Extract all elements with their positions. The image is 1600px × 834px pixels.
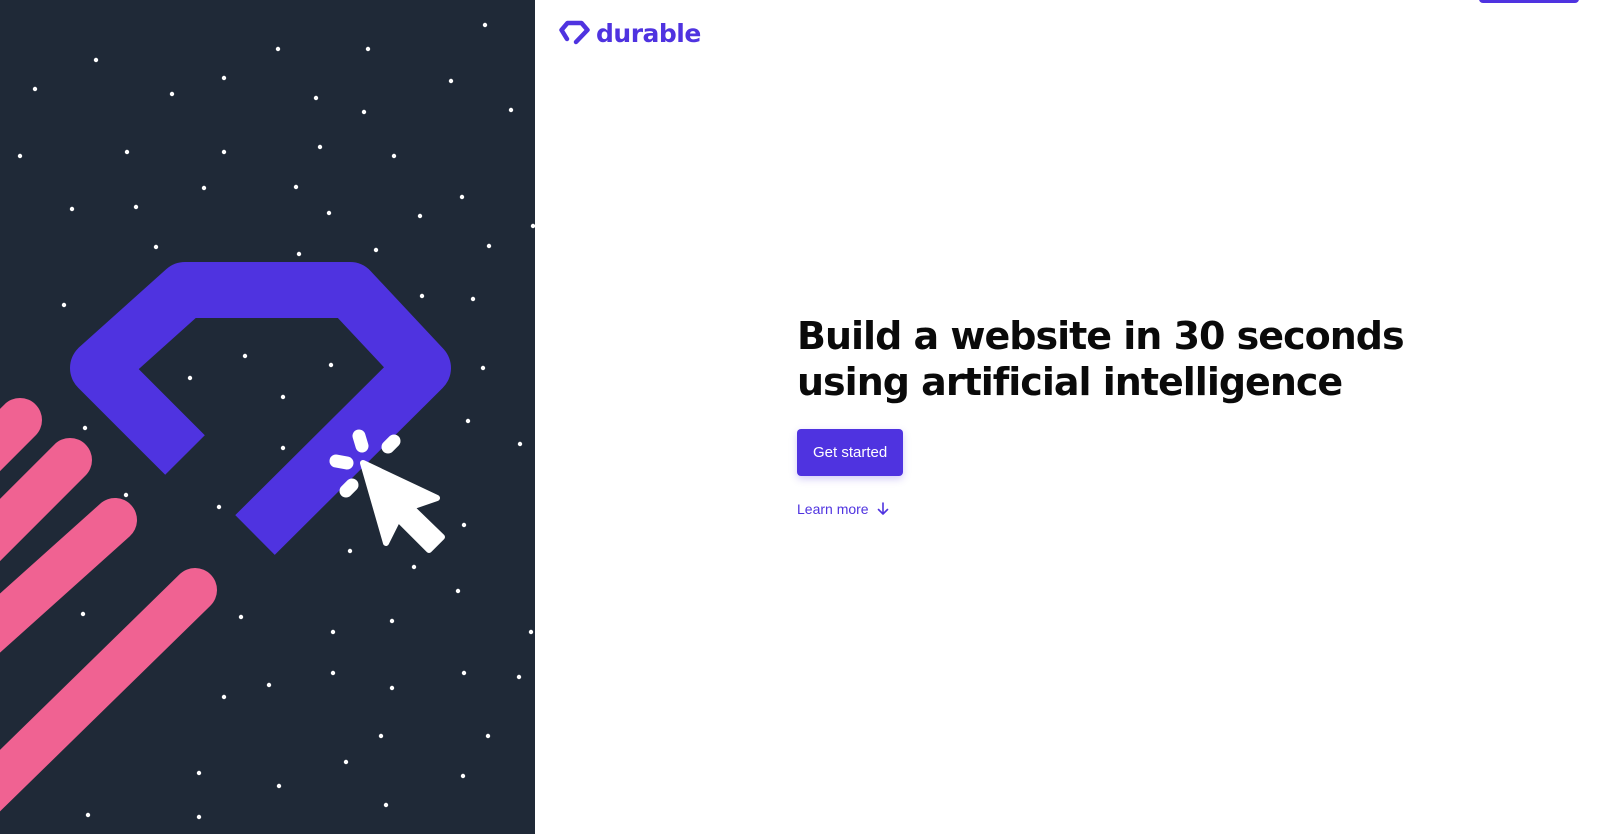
diamond-logo-icon xyxy=(559,20,590,45)
star-dot xyxy=(242,353,248,359)
star-dot xyxy=(196,814,202,820)
star-dot xyxy=(326,210,332,216)
star-dot xyxy=(85,812,91,818)
star-dot xyxy=(389,618,395,624)
hero-title-line-1: Build a website in 30 seconds xyxy=(797,314,1405,358)
learn-more-label: Learn more xyxy=(797,501,869,517)
star-dot xyxy=(347,548,353,554)
star-dot xyxy=(330,670,336,676)
durable-logo[interactable]: durable xyxy=(559,20,701,46)
star-dot xyxy=(275,46,281,52)
star-dot xyxy=(296,251,302,257)
hero-content-panel: durable Build a website in 30 seconds us… xyxy=(535,0,1600,834)
star-dot xyxy=(82,425,88,431)
star-dot xyxy=(465,418,471,424)
arrow-down-icon xyxy=(877,502,888,515)
star-dot xyxy=(461,670,467,676)
hero-title: Build a website in 30 seconds using arti… xyxy=(797,313,1417,405)
star-dot xyxy=(389,685,395,691)
pink-stripes xyxy=(0,398,217,812)
star-dot xyxy=(80,611,86,617)
get-started-button[interactable]: Get started xyxy=(797,429,904,476)
star-dot xyxy=(508,107,514,113)
hero-title-line-2: using artificial intelligence xyxy=(797,360,1343,404)
star-dot xyxy=(238,614,244,620)
hero-illustration-panel xyxy=(0,0,535,834)
pink-stripe xyxy=(0,398,42,472)
star-dot xyxy=(378,733,384,739)
learn-more-link[interactable]: Learn more xyxy=(797,501,889,517)
star-dot xyxy=(123,492,129,498)
star-dot xyxy=(280,445,286,451)
star-dot xyxy=(221,149,227,155)
star-dot xyxy=(133,204,139,210)
star-dot xyxy=(361,109,367,115)
star-dot xyxy=(448,78,454,84)
star-dot xyxy=(124,149,130,155)
star-dot xyxy=(313,95,319,101)
star-dot xyxy=(221,75,227,81)
star-dot xyxy=(482,22,488,28)
star-dot xyxy=(480,365,486,371)
star-dot xyxy=(516,674,522,680)
star-dot xyxy=(417,213,423,219)
star-dot xyxy=(93,57,99,63)
star-dot xyxy=(276,783,282,789)
star-dot xyxy=(455,588,461,594)
hero-illustration xyxy=(0,22,535,820)
star-dot xyxy=(187,375,193,381)
star-dot xyxy=(69,206,75,212)
star-dot xyxy=(153,244,159,250)
star-dot xyxy=(383,802,389,808)
star-dot xyxy=(266,682,272,688)
star-dot xyxy=(517,441,523,447)
star-dot xyxy=(343,759,349,765)
hero-section: Build a website in 30 seconds using arti… xyxy=(797,313,1417,517)
cursor-click-icon xyxy=(360,460,445,553)
star-dot xyxy=(461,522,467,528)
star-dot xyxy=(61,302,67,308)
star-dot xyxy=(221,694,227,700)
star-dot xyxy=(486,243,492,249)
star-dot xyxy=(317,144,323,150)
star-dot xyxy=(330,629,336,635)
star-dot xyxy=(419,293,425,299)
star-dot xyxy=(216,504,222,510)
star-dot xyxy=(196,770,202,776)
star-dot xyxy=(460,773,466,779)
star-dot xyxy=(459,194,465,200)
star-dot xyxy=(280,394,286,400)
star-dot xyxy=(373,247,379,253)
star-dot xyxy=(391,153,397,159)
star-dot xyxy=(528,629,534,635)
star-dot xyxy=(485,733,491,739)
star-dot xyxy=(365,46,371,52)
star-dot xyxy=(328,362,334,368)
star-dot xyxy=(411,564,417,570)
star-dot xyxy=(201,185,207,191)
star-dot xyxy=(470,296,476,302)
landing-page: durable Build a website in 30 seconds us… xyxy=(0,0,1600,834)
star-dot xyxy=(32,86,38,92)
star-dot xyxy=(293,184,299,190)
star-dot xyxy=(17,153,23,159)
top-right-button-edge[interactable] xyxy=(1479,0,1579,3)
logo-wordmark: durable xyxy=(596,18,701,48)
star-dot xyxy=(169,91,175,97)
